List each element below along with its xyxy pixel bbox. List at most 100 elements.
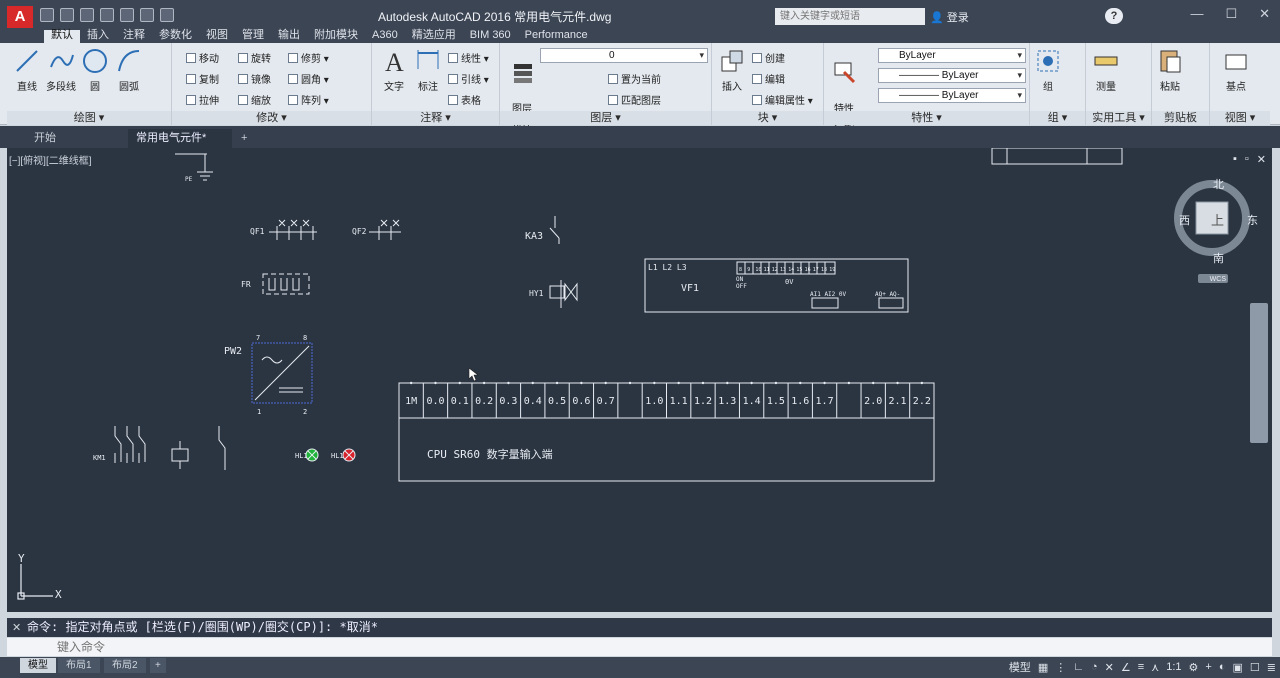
otrack-icon[interactable]: ∠ [1121, 661, 1131, 674]
tab-start[interactable]: 开始 [26, 129, 126, 148]
tab-performance[interactable]: Performance [518, 30, 595, 43]
command-close-icon[interactable]: ✕ [12, 621, 21, 634]
edit-block-tool[interactable]: 编辑 [752, 71, 785, 86]
workspace-gear-icon[interactable]: ⚙ [1189, 661, 1199, 674]
rotate-tool[interactable]: 旋转 [238, 50, 271, 65]
search-input[interactable] [775, 8, 925, 25]
viewcube[interactable] [1172, 176, 1252, 286]
view-panel-title[interactable]: 视图 ▾ [1210, 111, 1270, 125]
group-button[interactable]: 组 [1030, 47, 1066, 93]
scale-tool[interactable]: 缩放 [238, 92, 271, 107]
paste-button[interactable]: 粘贴 [1152, 47, 1188, 93]
viewcube-west[interactable]: 西 [1179, 212, 1190, 228]
annotation-panel-title[interactable]: 注释 ▾ [372, 111, 499, 125]
linear-tool[interactable]: 线性 ▾ [448, 50, 489, 65]
plot-icon[interactable] [120, 8, 134, 22]
minimize-button[interactable]: — [1190, 6, 1203, 22]
tab-addins[interactable]: 附加模块 [307, 30, 365, 43]
navigation-bar[interactable] [1250, 303, 1268, 443]
properties-panel-title[interactable]: 特性 ▾ [824, 111, 1029, 125]
stretch-tool[interactable]: 拉伸 [186, 92, 219, 107]
new-tab-button[interactable]: + [236, 129, 256, 148]
polyline-button[interactable]: 多段线 [43, 47, 79, 93]
app-logo-button[interactable]: A [7, 6, 33, 28]
edit-attributes-tool[interactable]: 编辑属性 ▾ [752, 92, 813, 107]
viewcube-top[interactable]: 上 [1211, 210, 1224, 229]
add-layout-button[interactable]: + [150, 658, 166, 673]
tab-manage[interactable]: 管理 [235, 30, 271, 43]
tab-featured[interactable]: 精选应用 [405, 30, 463, 43]
draw-panel-title[interactable]: 绘图 ▾ [7, 111, 171, 125]
ortho-icon[interactable]: ∟ [1073, 661, 1084, 673]
grid-icon[interactable]: ▦ [1038, 661, 1048, 674]
redo-icon[interactable] [160, 8, 174, 22]
move-tool[interactable]: 移动 [186, 50, 219, 65]
tab-output[interactable]: 输出 [271, 30, 307, 43]
mirror-tool[interactable]: 镜像 [238, 71, 271, 86]
viewcube-south[interactable]: 南 [1213, 250, 1224, 266]
set-current-tool[interactable]: 置为当前 [608, 71, 661, 86]
copy-tool[interactable]: 复制 [186, 71, 219, 86]
tab-default[interactable]: 默认 [44, 30, 80, 43]
clean-screen-icon[interactable]: ☐ [1250, 661, 1260, 674]
tab-view[interactable]: 视图 [199, 30, 235, 43]
dimension-button[interactable]: 标注 [410, 47, 446, 93]
drawing-viewport[interactable]: PE QF1 QF2 KA3 FR HY1 PW2 7 8 1 2 KM1 HL… [7, 148, 1272, 612]
lineweight-icon[interactable]: ≡ [1138, 661, 1144, 673]
tab-insert[interactable]: 插入 [80, 30, 116, 43]
undo-icon[interactable] [140, 8, 154, 22]
annotation-scale[interactable]: 1:1 [1166, 661, 1181, 673]
base-point-button[interactable]: 基点 [1218, 47, 1254, 93]
save-icon[interactable] [80, 8, 94, 22]
login-button[interactable]: 👤 登录 [930, 9, 969, 25]
annotation-icon[interactable]: ⋏ [1151, 661, 1159, 674]
viewport-minimize-icon[interactable]: ▪ [1233, 153, 1237, 166]
fillet-tool[interactable]: 圆角 ▾ [288, 71, 329, 86]
match-layer-tool[interactable]: 匹配图层 [608, 92, 661, 107]
text-button[interactable]: A 文字 [376, 47, 412, 93]
measure-button[interactable]: 测量 [1088, 47, 1124, 93]
modify-panel-title[interactable]: 修改 ▾ [172, 111, 371, 125]
snap-icon[interactable]: ⋮ [1055, 661, 1066, 674]
customize-icon[interactable]: ≣ [1267, 661, 1276, 674]
polar-icon[interactable]: ◔ [1091, 661, 1098, 673]
circle-button[interactable]: 圆 [77, 47, 113, 93]
lineweight-dropdown[interactable]: ———— ByLayer [878, 88, 1026, 103]
viewport-controls-label[interactable]: [−][俯视][二维线框] [9, 152, 92, 167]
tab-annotate[interactable]: 注释 [116, 30, 152, 43]
viewport-close-icon[interactable]: ✕ [1257, 153, 1266, 166]
layout-tab-model[interactable]: 模型 [20, 658, 56, 673]
open-icon[interactable] [60, 8, 74, 22]
line-button[interactable]: 直线 [9, 47, 45, 93]
insert-button[interactable]: 插入 [714, 47, 750, 93]
layers-panel-title[interactable]: 图层 ▾ [500, 111, 711, 125]
leader-tool[interactable]: 引线 ▾ [448, 71, 489, 86]
new-icon[interactable] [40, 8, 54, 22]
help-icon[interactable]: ? [1105, 8, 1123, 24]
tab-a360[interactable]: A360 [365, 30, 405, 43]
hardware-accel-icon[interactable]: ▣ [1233, 661, 1243, 674]
close-button[interactable]: ✕ [1259, 6, 1270, 22]
viewcube-north[interactable]: 北 [1213, 176, 1224, 192]
create-block-tool[interactable]: 创建 [752, 50, 785, 65]
tab-bim360[interactable]: BIM 360 [463, 30, 518, 43]
maximize-button[interactable]: ☐ [1225, 6, 1237, 22]
arc-button[interactable]: 圆弧 [111, 47, 147, 93]
wcs-menu[interactable]: WCS [1210, 276, 1226, 283]
plus-icon[interactable]: + [1205, 661, 1211, 673]
array-tool[interactable]: 阵列 ▾ [288, 92, 329, 107]
command-input[interactable] [7, 638, 1272, 656]
tab-current-drawing[interactable]: 常用电气元件* [128, 129, 232, 148]
layout-tab-2[interactable]: 布局2 [104, 658, 146, 673]
viewcube-east[interactable]: 东 [1247, 212, 1258, 228]
isolate-icon[interactable]: ◐ [1219, 661, 1226, 673]
save-as-icon[interactable] [100, 8, 114, 22]
linetype-dropdown[interactable]: ———— ByLayer [878, 68, 1026, 83]
layer-dropdown[interactable]: 0 [540, 48, 708, 63]
viewport-restore-icon[interactable]: ▫ [1245, 153, 1249, 166]
osnap-icon[interactable]: ✕ [1105, 661, 1114, 674]
block-panel-title[interactable]: 块 ▾ [712, 111, 823, 125]
tab-parametric[interactable]: 参数化 [152, 30, 199, 43]
color-dropdown[interactable]: ByLayer [878, 48, 1026, 63]
utilities-panel-title[interactable]: 实用工具 ▾ [1086, 111, 1151, 125]
